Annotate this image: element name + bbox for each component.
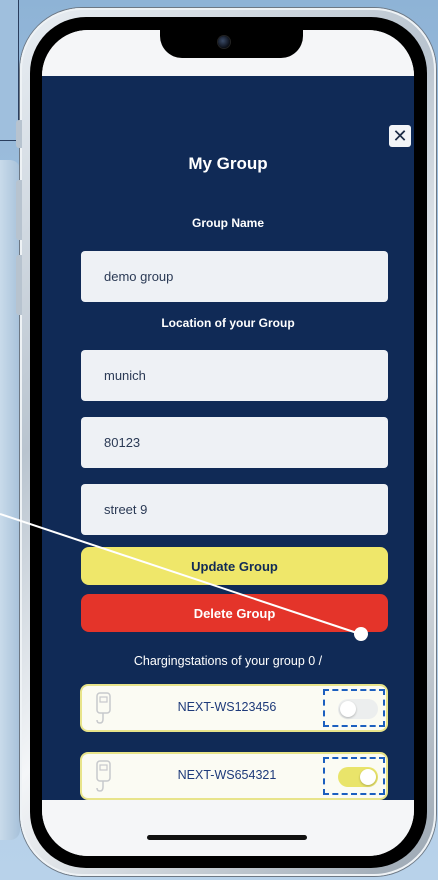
station-card: NEXT-WS123456 [80,684,388,732]
station-toggle[interactable] [338,699,378,719]
station-toggle[interactable] [338,767,378,787]
phone-screen: ✕ My Group Group Name demo group Locatio… [42,30,414,856]
group-name-input[interactable]: demo group [81,251,388,302]
street-value: street 9 [104,502,148,517]
home-indicator [147,835,307,840]
zip-value: 80123 [104,435,141,450]
close-icon[interactable]: ✕ [389,125,411,147]
phone-volume-up-button [16,180,22,240]
stations-count-label: Chargingstations of your group 0 / [133,654,323,668]
bottom-bar [42,800,414,856]
street-input[interactable]: street 9 [81,484,388,535]
group-modal: ✕ My Group Group Name demo group Locatio… [42,76,414,800]
group-name-value: demo group [104,269,174,284]
phone-volume-down-button [16,255,22,315]
modal-title: My Group [188,154,268,173]
notch [160,30,303,58]
location-label: Location of your Group [161,316,295,330]
city-value: munich [104,368,146,383]
phone-mute-button [16,120,22,148]
toggle-knob [340,701,356,717]
delete-group-button[interactable]: Delete Group [81,594,388,632]
zip-input[interactable]: 80123 [81,417,388,468]
update-group-button[interactable]: Update Group [81,547,388,585]
camera-icon [218,36,230,48]
station-toggle-highlight [323,689,385,727]
station-toggle-highlight [323,757,385,795]
toggle-knob [360,769,376,785]
group-name-label: Group Name [191,216,264,230]
city-input[interactable]: munich [81,350,388,401]
station-card: NEXT-WS654321 [80,752,388,800]
